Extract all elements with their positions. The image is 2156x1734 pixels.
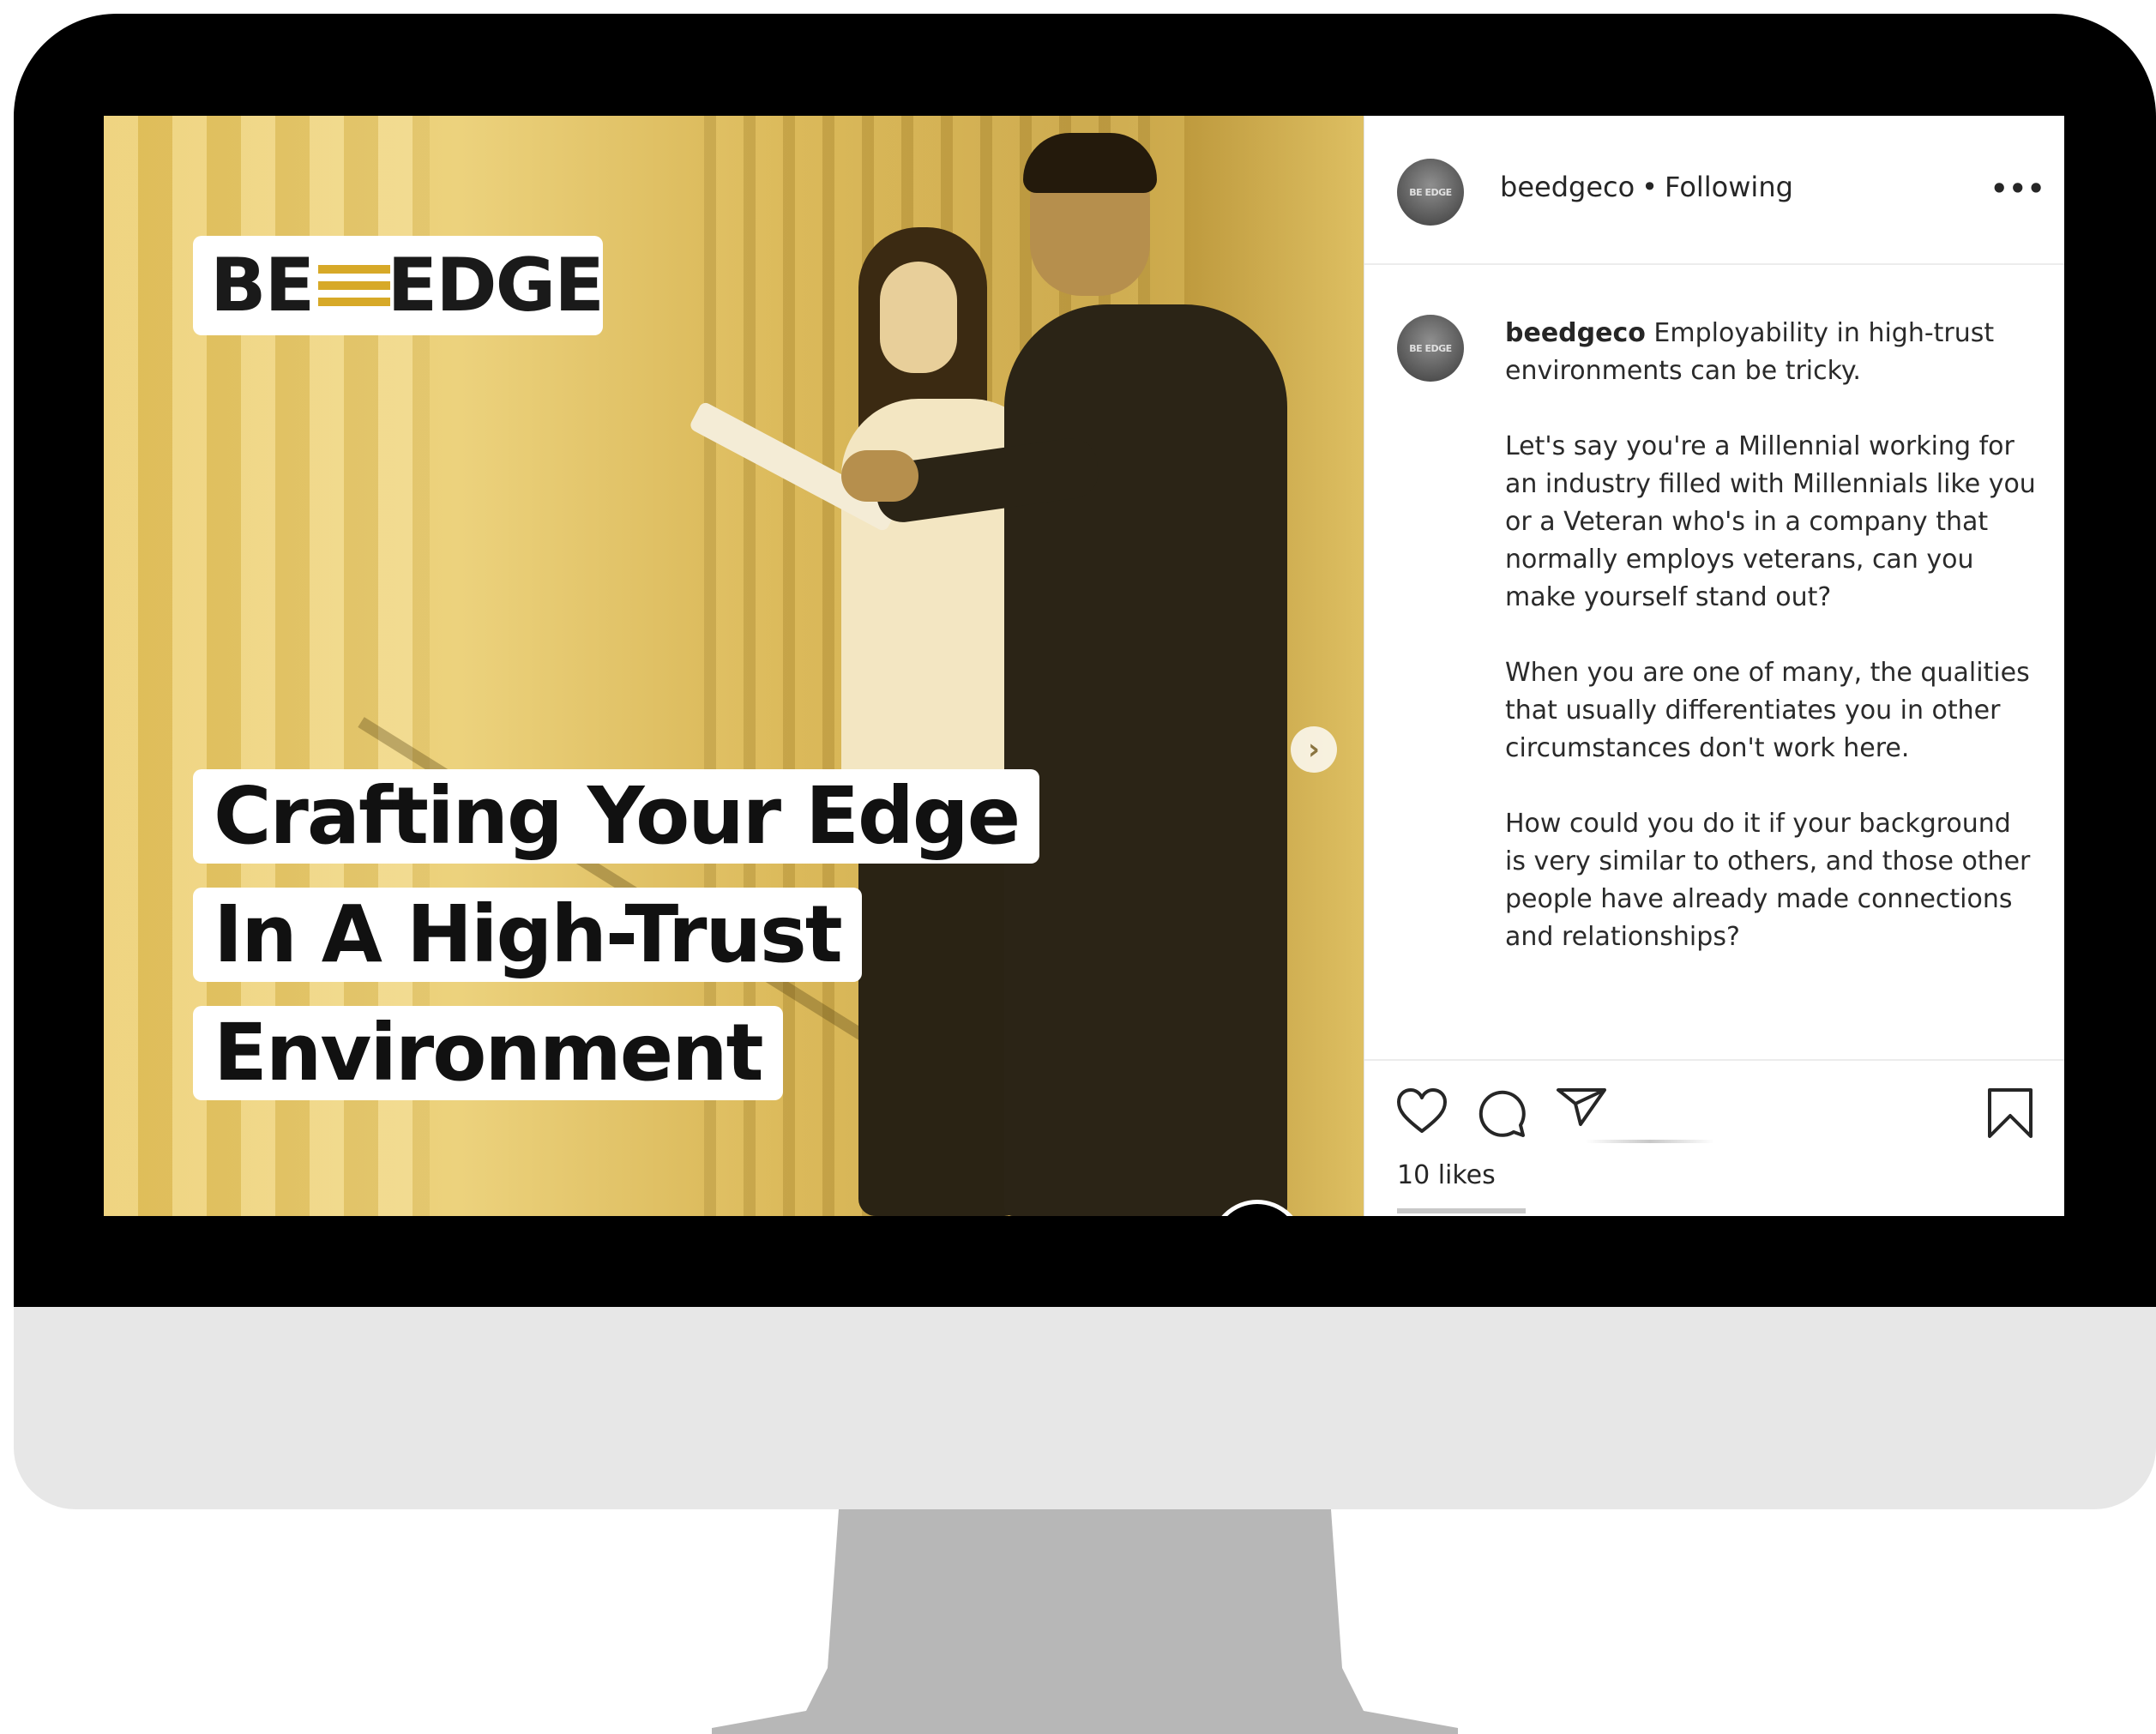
bookmark-icon[interactable] [1986,1087,2034,1140]
heart-icon[interactable] [1395,1087,1448,1138]
screen: BE EDGE Crafting Your Edge In A High-Tru… [104,116,2064,1216]
post-side-panel: BE EDGE beedgeco • Following ••• BE EDGE b… [1364,116,2064,1216]
caption-paragraph-2: Let's say you're a Millennial working fo… [1505,431,2036,612]
logo-bars-icon [318,260,391,311]
send-icon[interactable] [1555,1087,1608,1129]
headline-line-3: Environment [193,1006,783,1100]
headline-line-2: In A High-Trust [193,888,862,982]
caption-paragraph-4: How could you do it if your background i… [1505,809,2031,952]
post-header: BE EDGE beedgeco • Following ••• [1364,116,2064,265]
following-button[interactable]: Following [1665,171,1793,203]
more-options-button[interactable]: ••• [1990,172,2045,205]
avatar[interactable]: BE EDGE [1397,159,1464,226]
headline-line-1: Crafting Your Edge [193,769,1040,864]
share-underline [1586,1140,1714,1143]
man-hand [841,450,918,502]
monitor-stand [712,1509,1458,1734]
caption-avatar[interactable]: BE EDGE [1397,315,1464,382]
logo-text-left: BE [210,243,315,328]
woman-face [880,262,957,373]
caption-paragraph-3: When you are one of many, the qualities … [1505,658,2030,763]
post-image[interactable]: BE EDGE Crafting Your Edge In A High-Tru… [104,116,1364,1216]
header-account: beedgeco • Following [1500,171,1793,203]
username-link[interactable]: beedgeco [1500,171,1635,203]
man-hair [1023,133,1157,193]
avatar-logo-text: BE EDGE [1409,342,1452,354]
separator-dot: • [1641,171,1659,203]
post-caption: beedgeco Employability in high-trust env… [1505,315,2037,994]
caption-username-link[interactable]: beedgeco [1505,318,1646,348]
next-slide-button[interactable]: › [1291,726,1337,773]
avatar-logo-text: BE EDGE [1409,186,1452,198]
logo-text-right: EDGE [387,243,605,328]
beedge-logo: BE EDGE [193,236,605,335]
caption-paragraph-1: beedgeco Employability in high-trust env… [1505,315,2037,390]
timestamp-partial [1397,1208,1526,1213]
monitor-chin [14,1307,2156,1509]
action-bar: 10 likes [1364,1059,2064,1216]
comment-icon[interactable] [1474,1087,1527,1140]
likes-count[interactable]: 10 likes [1397,1160,1496,1190]
